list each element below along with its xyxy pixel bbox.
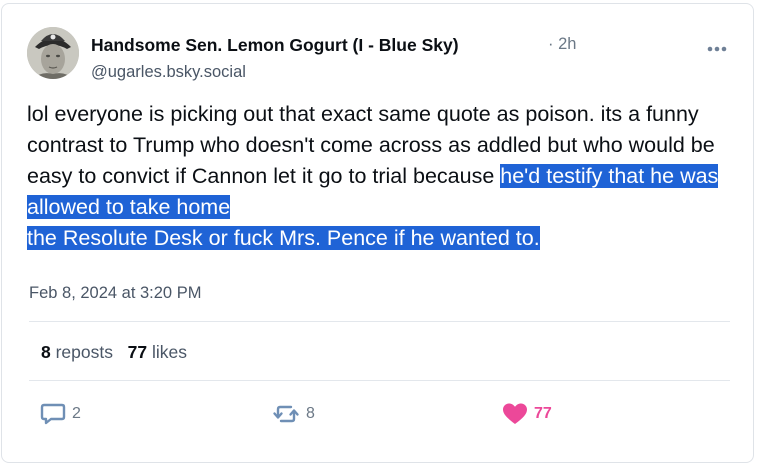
post-text-selected: the Resolute Desk or fuck Mrs. Pence if … — [27, 226, 540, 250]
divider — [29, 380, 730, 381]
post-card: Handsome Sen. Lemon Gogurt (I - Blue Sky… — [1, 3, 754, 463]
likes-count: 77 — [127, 342, 148, 362]
reposts-stat[interactable]: 8 reposts — [41, 342, 113, 362]
reposts-count: 8 — [41, 342, 51, 362]
likes-stat[interactable]: 77 likes — [128, 342, 187, 362]
avatar-image — [27, 27, 79, 79]
post-date: Feb 8, 2024 at 3:20 PM — [29, 284, 202, 302]
likes-label: likes — [151, 342, 187, 362]
heart-icon — [503, 403, 527, 424]
reposts-label: reposts — [55, 342, 113, 362]
engagement-stats: 8 reposts 77 likes — [41, 342, 187, 363]
author-display-name[interactable]: Handsome Sen. Lemon Gogurt (I - Blue Sky… — [91, 35, 459, 56]
divider — [29, 321, 730, 322]
repost-count: 8 — [306, 405, 315, 422]
more-horizontal-icon — [707, 46, 727, 52]
like-button[interactable]: 77 — [502, 401, 552, 427]
comment-bubble-icon — [40, 403, 66, 425]
repost-arrows-icon — [273, 405, 299, 423]
more-options-button[interactable] — [702, 40, 732, 58]
repost-button[interactable]: 8 — [272, 401, 315, 427]
like-count: 77 — [534, 405, 552, 422]
relative-timestamp[interactable]: · 2h — [548, 35, 576, 54]
post-text: lol everyone is picking out that exact s… — [27, 99, 742, 254]
reply-count: 2 — [72, 405, 81, 422]
reply-button[interactable]: 2 — [40, 401, 81, 427]
avatar[interactable] — [27, 27, 79, 79]
author-handle[interactable]: @ugarles.bsky.social — [91, 63, 246, 82]
